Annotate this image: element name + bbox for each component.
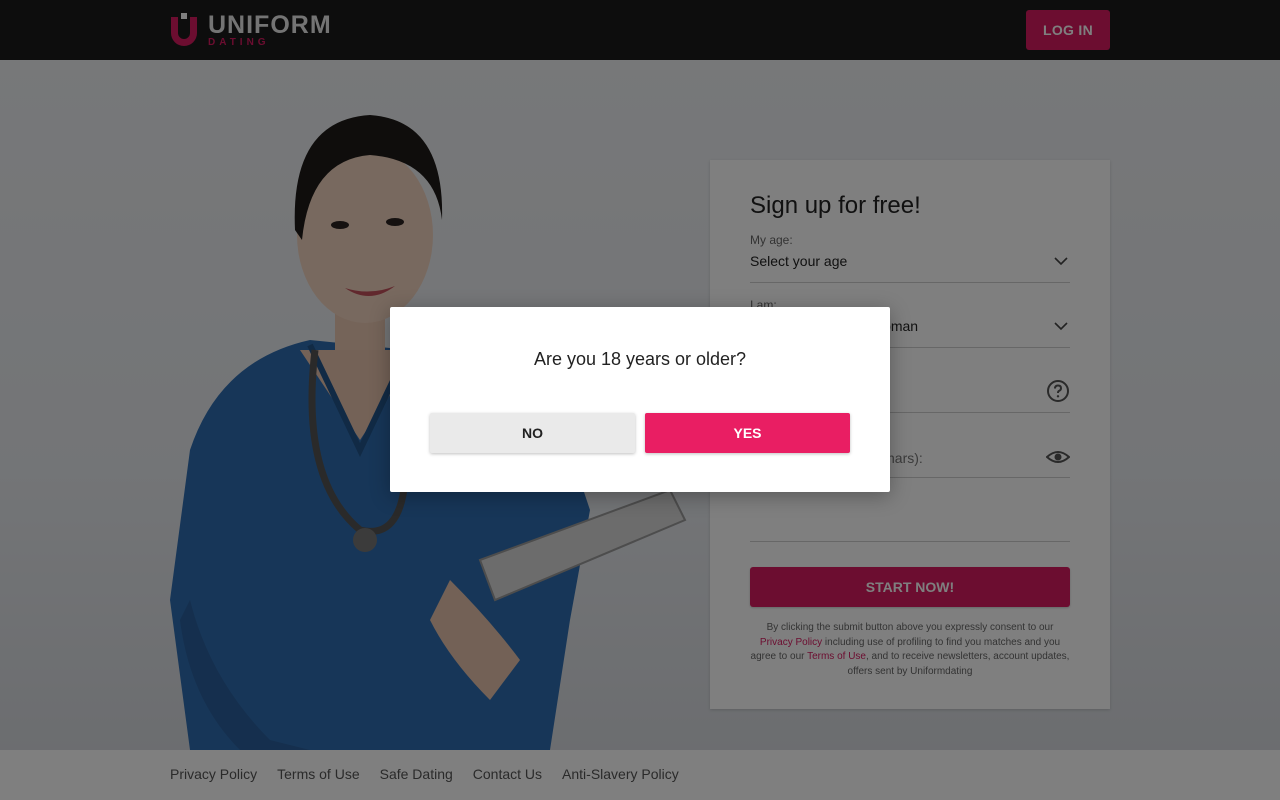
no-button[interactable]: NO: [430, 413, 635, 453]
age-confirm-dialog: Are you 18 years or older? NO YES: [390, 307, 890, 492]
age-question: Are you 18 years or older?: [533, 349, 747, 369]
yes-button[interactable]: YES: [645, 413, 850, 453]
